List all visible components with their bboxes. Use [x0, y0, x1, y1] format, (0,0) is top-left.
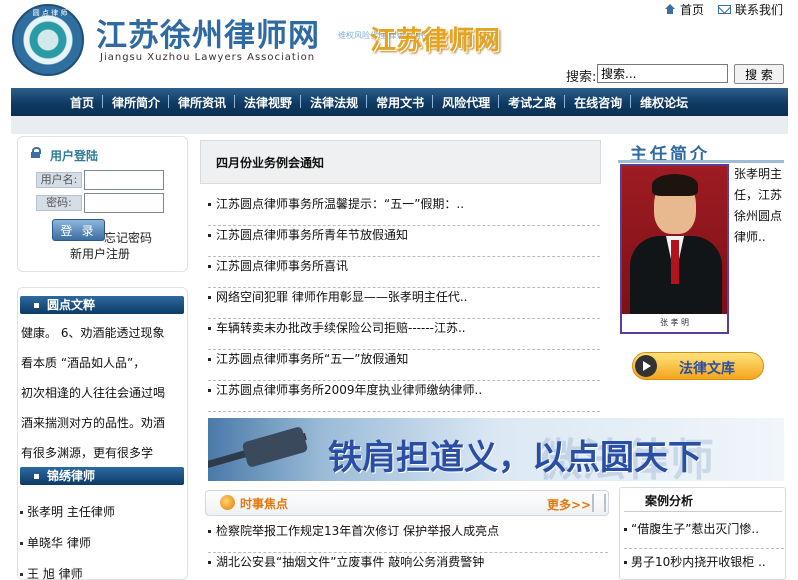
news-item[interactable]: 江苏圆点律师事务所喜讯 — [208, 257, 600, 288]
username-label: 用户名: — [36, 172, 82, 188]
article-excerpt: 健康。 6、劝酒能透过现象 看本质 “酒品如人品”， 初次相逢的人往往会通过喝 … — [21, 318, 177, 468]
hot-topic-icon — [220, 495, 235, 510]
home-icon — [664, 4, 676, 15]
gavel-icon — [241, 425, 309, 469]
notice-title[interactable]: 四月份业务例会通知 — [216, 154, 324, 171]
article-section-header[interactable]: 圆点文粹 — [20, 296, 184, 314]
banner-title: 江苏律师网 — [370, 26, 501, 56]
username-field[interactable] — [84, 170, 164, 190]
article-line: 有很多渊源，更有很多学 — [21, 446, 154, 460]
password-field[interactable] — [84, 193, 164, 213]
photo-hair — [652, 174, 698, 196]
home-link[interactable]: 首页 — [664, 1, 704, 18]
register-link[interactable]: 新用户注册 — [70, 245, 130, 262]
news-item[interactable]: 江苏圆点律师事务所“五一”放假通知 — [208, 350, 600, 381]
main-nav: 首页 律所简介 律所资讯 法律视野 法律法规 常用文书 风险代理 考试之路 在线… — [11, 88, 788, 116]
director-bio[interactable]: 张孝明主任，江苏徐州圆点律师.. — [734, 164, 786, 248]
lawyer-item[interactable]: 王 旭 律师 — [20, 565, 83, 580]
nav-item-firm-news[interactable]: 律所资讯 — [168, 94, 235, 111]
nav-item-consult[interactable]: 在线咨询 — [564, 94, 631, 111]
divider — [624, 511, 782, 512]
play-icon — [635, 355, 657, 377]
site-logo[interactable]: 圆 点 律 师 — [12, 4, 84, 76]
login-button[interactable]: 登 录 — [52, 219, 105, 241]
case-title: 案例分析 — [645, 494, 694, 508]
nav-item-laws[interactable]: 法律法规 — [300, 94, 367, 111]
site-name-en: Jiangsu Xuzhou Lawyers Association — [100, 52, 316, 63]
heading-underline — [618, 160, 784, 163]
divider-bars-icon — [592, 494, 606, 512]
contact-link-label: 联系我们 — [735, 3, 784, 17]
director-photo[interactable]: 张 孝 明 — [620, 164, 729, 334]
case-item[interactable]: 男子10秒内挠开收银柜 .. — [624, 553, 784, 580]
nav-item-documents[interactable]: 常用文书 — [366, 94, 433, 111]
photo-tie — [671, 240, 679, 284]
news-item[interactable]: 检察院举报工作规定13年首次修订 保护举报人成亮点 — [208, 522, 608, 553]
search-label: 搜索: — [566, 70, 597, 85]
login-title: 用户登陆 — [50, 149, 99, 163]
current-affairs-title: 时事焦点 — [240, 497, 289, 511]
article-line: 健康。 6、劝酒能透过现象 — [21, 326, 165, 340]
news-item[interactable]: 江苏圆点律师事务所2009年度执业律师缴纳律师.. — [208, 381, 600, 412]
slogan-banner: 微法律师 铁肩担道义，以点圆天下 — [208, 418, 784, 481]
nav-item-home[interactable]: 首页 — [61, 94, 103, 111]
photo-caption: 张 孝 明 — [622, 314, 727, 332]
nav-shadow-band — [11, 116, 788, 134]
nav-item-forum[interactable]: 维权论坛 — [630, 94, 697, 111]
news-item[interactable]: 网络空间犯罪 律师作用彰显——张孝明主任代.. — [208, 288, 600, 319]
news-item[interactable]: 江苏圆点律师事务所温馨提示：“五一”假期：.. — [208, 195, 600, 226]
article-line: 初次相逢的人往往会通过喝 — [21, 386, 166, 400]
mail-icon — [718, 5, 731, 14]
lock-icon — [31, 147, 41, 158]
nav-item-risk-agency[interactable]: 风险代理 — [432, 94, 499, 111]
news-item[interactable]: 湖北公安县“抽烟文件”立废事件 敲响公务消费警钟 — [208, 553, 608, 580]
lawyers-section-header[interactable]: 锦绣律师 — [20, 467, 184, 485]
more-link[interactable]: 更多>> — [547, 496, 591, 513]
case-item[interactable]: “借腹生子”惹出灭门惨.. — [624, 520, 784, 549]
news-item[interactable]: 车辆转卖未办批改手续保险公司拒赔------江苏.. — [208, 319, 600, 350]
contact-link[interactable]: 联系我们 — [718, 1, 783, 18]
home-link-label: 首页 — [680, 3, 705, 17]
nav-item-exam[interactable]: 考试之路 — [498, 94, 565, 111]
site-name: 江苏徐州律师网 — [96, 18, 320, 54]
article-line: 酒来揣测对方的品性。劝酒 — [21, 416, 166, 430]
password-label: 密码: — [36, 195, 82, 211]
lawyer-item[interactable]: 张孝明 主任律师 — [20, 503, 115, 520]
news-item[interactable]: 江苏圆点律师事务所青年节放假通知 — [208, 226, 600, 257]
law-library-label: 法律文库 — [679, 361, 735, 377]
law-library-button[interactable]: 法律文库 — [632, 352, 764, 380]
logo-ring-text: 圆 点 律 师 — [32, 9, 68, 17]
nav-item-firm-intro[interactable]: 律所简介 — [102, 94, 169, 111]
search-input[interactable] — [597, 64, 728, 83]
lawyer-item[interactable]: 单晓华 律师 — [20, 534, 91, 551]
nav-item-legal-view[interactable]: 法律视野 — [234, 94, 301, 111]
article-line: 看本质 “酒品如人品”， — [21, 356, 146, 370]
slogan-text: 铁肩担道义，以点圆天下 — [328, 438, 702, 478]
search-button[interactable]: 搜 索 — [734, 64, 784, 84]
forgot-password-link[interactable]: 忘记密码 — [104, 229, 152, 246]
